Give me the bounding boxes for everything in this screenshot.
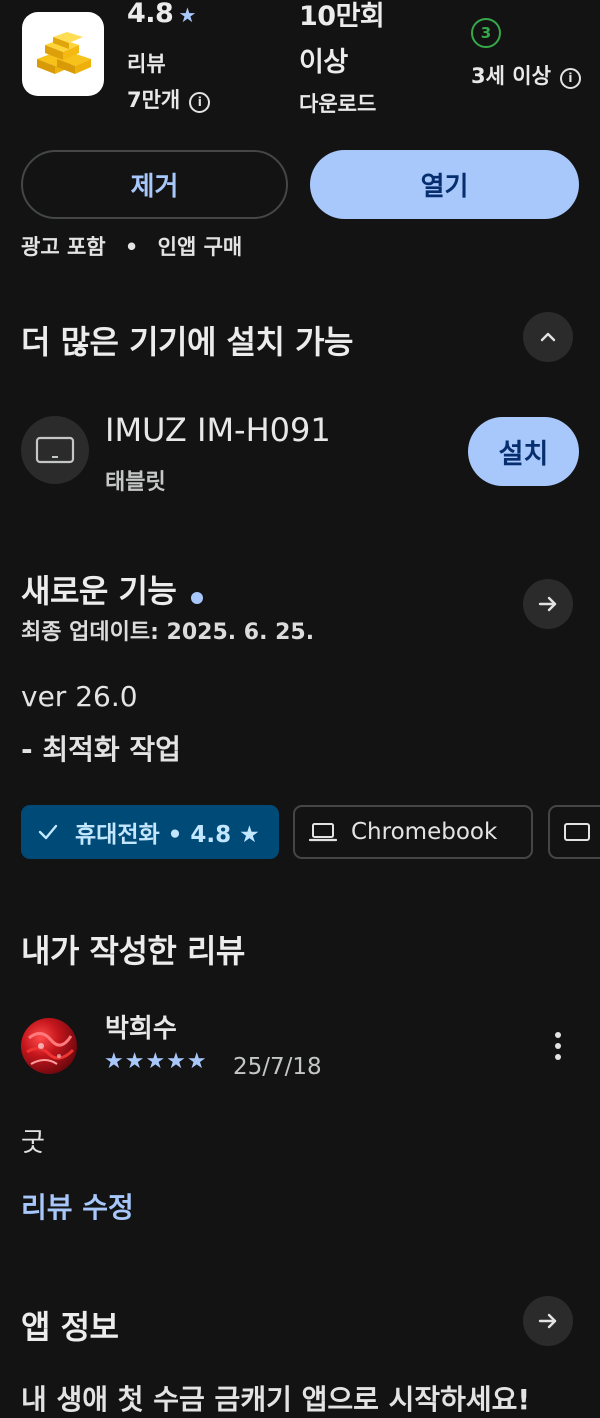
device-icon-container: [21, 416, 89, 484]
star-icon: ★: [178, 3, 197, 27]
new-indicator-dot: [191, 591, 204, 604]
age-rating-label: 3세 이상: [471, 64, 551, 88]
app-icon: [22, 12, 104, 96]
reviews-count-row[interactable]: 7만개 i: [127, 84, 211, 114]
ads-label: 광고 포함: [21, 235, 106, 259]
tablet-icon: [35, 436, 75, 464]
chip-phone-label: 휴대전화 • 4.8 ★: [75, 822, 260, 848]
update-note: - 최적화 작업: [21, 733, 181, 766]
chevron-up-icon: [540, 332, 556, 342]
install-button[interactable]: 설치: [468, 417, 579, 486]
rating-value: 4.8 ★: [127, 0, 196, 29]
chip-chromebook[interactable]: Chromebook: [293, 805, 533, 859]
my-review-title: 내가 작성한 리뷰: [21, 932, 245, 970]
info-icon[interactable]: i: [189, 92, 211, 113]
review-author: 박희수: [105, 1014, 177, 1044]
rating-number: 4.8: [127, 0, 174, 29]
more-devices-title: 더 많은 기기에 설치 가능: [21, 323, 353, 361]
app-description: 내 생애 첫 수금 금캐기 앱으로 시작하세요!: [21, 1383, 531, 1416]
chip-chromebook-label: Chromebook: [351, 819, 498, 845]
whats-new-title: 새로운 기능: [21, 572, 177, 610]
reviews-count: 7만개: [127, 88, 181, 112]
device-type: 태블릿: [105, 470, 166, 495]
downloads-label: 다운로드: [299, 92, 377, 116]
downloads-value-line2: 이상: [299, 47, 348, 78]
separator-dot: •: [124, 235, 139, 259]
open-button[interactable]: 열기: [310, 150, 579, 219]
chip-phone[interactable]: 휴대전화 • 4.8 ★: [21, 805, 279, 859]
avatar-image: [26, 1032, 75, 1065]
review-text: 굿: [21, 1128, 45, 1158]
device-name: IMUZ IM-H091: [105, 411, 331, 449]
tablet-icon: [564, 823, 590, 841]
age-rating-row[interactable]: 3세 이상 i: [471, 60, 581, 90]
chip-tablet[interactable]: [548, 805, 600, 859]
age-rating-badge: 3: [471, 18, 501, 48]
reviews-label: 리뷰: [127, 52, 166, 76]
checkmark-icon: [38, 824, 58, 840]
monetization-info: 광고 포함 • 인앱 구매: [21, 231, 242, 261]
arrow-right-icon: [538, 1313, 557, 1329]
avatar: [21, 1018, 77, 1074]
info-icon[interactable]: i: [559, 68, 581, 89]
iap-label: 인앱 구매: [157, 235, 243, 259]
whats-new-header[interactable]: 새로운 기능: [21, 566, 204, 612]
version-line: ver 26.0: [21, 680, 138, 713]
review-stars: ★★★★★: [104, 1049, 208, 1074]
more-vert-icon: [555, 1032, 561, 1060]
uninstall-button[interactable]: 제거: [21, 150, 288, 219]
more-options-button[interactable]: [548, 1030, 568, 1064]
arrow-right-icon: [538, 596, 557, 612]
last-updated: 최종 업데이트: 2025. 6. 25.: [21, 620, 315, 645]
downloads-value-line1: 10만회: [299, 1, 385, 32]
app-info-arrow-button[interactable]: [523, 1296, 573, 1346]
whats-new-arrow-button[interactable]: [523, 579, 573, 629]
app-info-title: 앱 정보: [21, 1308, 119, 1346]
laptop-icon: [309, 823, 337, 842]
edit-review-link[interactable]: 리뷰 수정: [21, 1186, 134, 1226]
gold-bars-icon: [37, 32, 91, 74]
review-date: 25/7/18: [233, 1054, 322, 1080]
collapse-button[interactable]: [523, 312, 573, 362]
